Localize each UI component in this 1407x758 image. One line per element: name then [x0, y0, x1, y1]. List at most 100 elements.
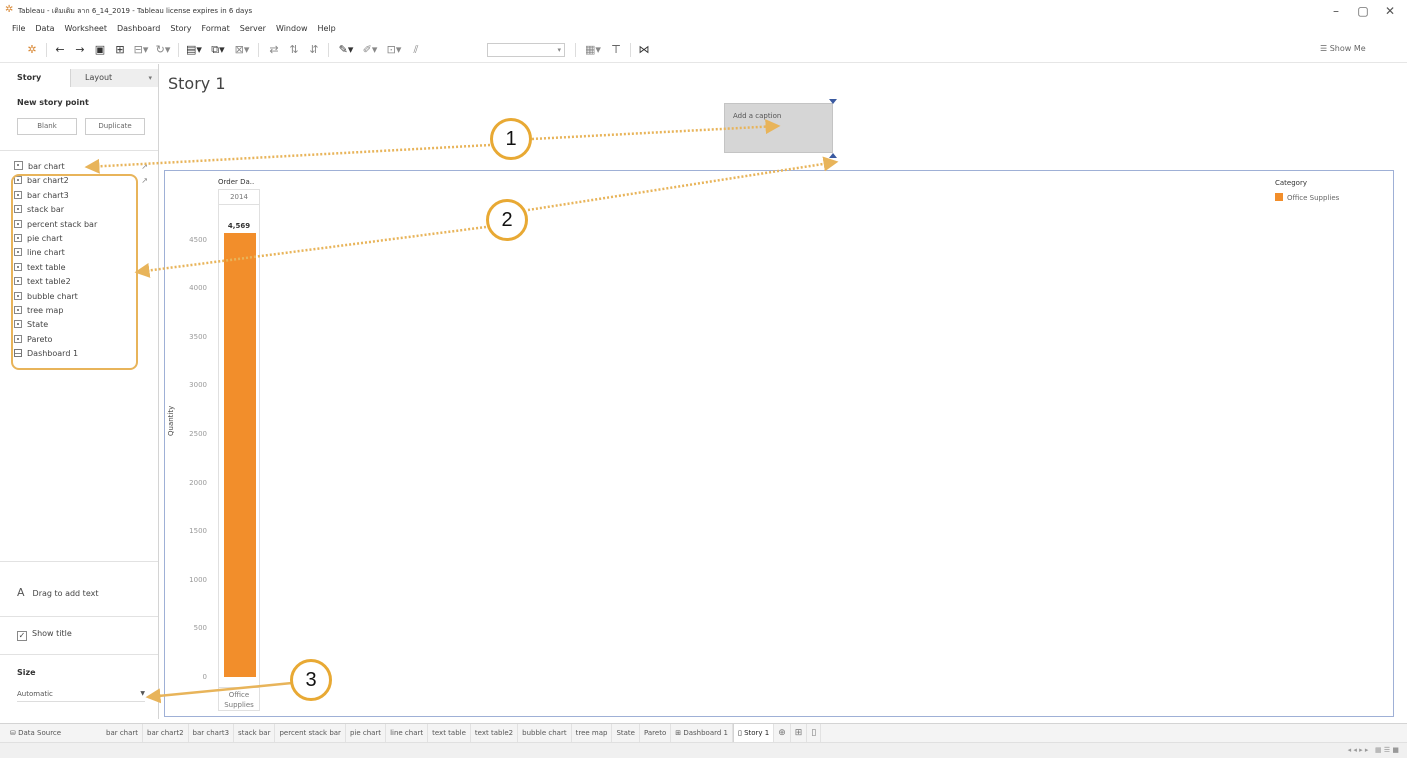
menu-data[interactable]: Data: [30, 22, 59, 36]
checkbox-checked-icon[interactable]: ✓: [17, 631, 27, 641]
sheet-tab[interactable]: percent stack bar: [275, 724, 346, 742]
sheet-item-pareto[interactable]: Pareto: [14, 333, 154, 347]
x-category-label[interactable]: Office Supplies: [218, 687, 260, 711]
size-dropdown[interactable]: Automatic ▼: [17, 690, 145, 702]
close-button[interactable]: ✕: [1379, 2, 1401, 20]
sheet-item-dashboard-1[interactable]: Dashboard 1: [14, 347, 154, 361]
drag-to-add-text[interactable]: A Drag to add text: [17, 586, 98, 599]
sheet-item-tree-map[interactable]: tree map: [14, 304, 154, 318]
story-point-caption[interactable]: Add a caption: [724, 103, 833, 153]
sheet-tab[interactable]: State: [612, 724, 640, 742]
duplicate-sheet-icon[interactable]: ⧉▾: [208, 42, 228, 58]
menu-help[interactable]: Help: [313, 22, 341, 36]
sheet-tab[interactable]: bar chart2: [143, 724, 189, 742]
sheet-tab[interactable]: bubble chart: [518, 724, 572, 742]
sheet-tab[interactable]: ▯ Story 1: [733, 724, 775, 742]
sheet-item-pie-chart[interactable]: pie chart: [14, 232, 154, 246]
menu-window[interactable]: Window: [271, 22, 313, 36]
highlight-icon[interactable]: ✎▾: [336, 42, 356, 58]
sheet-tab[interactable]: tree map: [572, 724, 613, 742]
worksheet-icon: [14, 248, 22, 257]
menu-worksheet[interactable]: Worksheet: [60, 22, 112, 36]
sheet-item-stack-bar[interactable]: stack bar: [14, 203, 154, 217]
swap-icon[interactable]: ⇄: [266, 42, 282, 58]
toolbar-separator: [46, 43, 47, 57]
new-worksheet-icon[interactable]: ▤▾: [184, 42, 204, 58]
y-tick-label: 2500: [189, 430, 207, 438]
worksheet-icon: [14, 305, 22, 314]
show-me-icon: ☰: [1320, 44, 1330, 53]
toolbar-separator: [328, 43, 329, 57]
bar-mark[interactable]: [224, 232, 256, 677]
menu-dashboard[interactable]: Dashboard: [112, 22, 165, 36]
sheet-item-bar-chart2[interactable]: bar chart2 ↗: [14, 174, 154, 188]
data-source-label: Data Source: [18, 729, 62, 737]
sheet-item-label: line chart: [27, 248, 65, 258]
sort-ascending-icon[interactable]: ⇅: [286, 42, 302, 58]
duplicate-button[interactable]: Duplicate: [85, 118, 145, 135]
sheet-item-state[interactable]: State: [14, 318, 154, 332]
divider: [0, 654, 158, 655]
y-tick-label: 3500: [189, 332, 207, 341]
sheet-navigation-icons[interactable]: ◂ ◂ ▸ ▸ ▦ ☰ ■: [1348, 746, 1399, 754]
sheet-item-bar-chart[interactable]: bar chart ↗: [14, 160, 154, 174]
sheet-tab[interactable]: stack bar: [234, 724, 276, 742]
bar-data-label: 4,569: [227, 221, 251, 230]
sheet-tab[interactable]: text table: [428, 724, 471, 742]
sheet-item-percent-stack-bar[interactable]: percent stack bar: [14, 218, 154, 232]
sheet-item-line-chart[interactable]: line chart: [14, 246, 154, 260]
menu-file[interactable]: File: [0, 22, 30, 36]
pause-updates-icon[interactable]: ⊟▾: [132, 42, 150, 58]
year-header[interactable]: 2014: [218, 189, 260, 205]
tableau-home-icon[interactable]: ✲: [24, 42, 40, 58]
new-story-tab-icon[interactable]: ▯: [807, 724, 822, 742]
show-labels-icon[interactable]: ⊡▾: [384, 42, 404, 58]
show-cards-icon[interactable]: ▦▾: [582, 42, 604, 58]
sheet-item-bubble-chart[interactable]: bubble chart: [14, 290, 154, 304]
sheet-item-text-table[interactable]: text table: [14, 261, 154, 275]
legend-item[interactable]: Office Supplies: [1275, 193, 1339, 202]
open-sheet-icon[interactable]: ↗: [141, 160, 148, 174]
minimize-button[interactable]: –: [1325, 2, 1347, 20]
fit-dropdown[interactable]: ▾: [487, 43, 565, 57]
menu-format[interactable]: Format: [197, 22, 235, 36]
data-source-tab[interactable]: ⛁ Data Source: [10, 724, 61, 742]
clear-sheet-icon[interactable]: ⊠▾: [232, 42, 252, 58]
show-title-toggle[interactable]: ✓ Show title: [17, 629, 72, 641]
sheet-item-bar-chart3[interactable]: bar chart3: [14, 189, 154, 203]
story-title[interactable]: Story 1: [168, 74, 226, 93]
run-update-icon[interactable]: ↻▾: [154, 42, 172, 58]
tab-layout[interactable]: Layout ▾: [70, 69, 158, 87]
open-sheet-icon[interactable]: ↗: [141, 174, 148, 188]
fix-axes-icon[interactable]: ⫽: [408, 42, 424, 58]
story-viz-area: Order Da.. 2014 4500 4000 3500 3000 2500 2000…: [164, 170, 1394, 717]
group-members-icon[interactable]: ✐▾: [360, 42, 380, 58]
back-icon[interactable]: ←: [52, 42, 68, 58]
save-icon[interactable]: ▣: [92, 42, 108, 58]
sheet-tab[interactable]: text table2: [471, 724, 519, 742]
menu-story[interactable]: Story: [165, 22, 196, 36]
sheet-tab[interactable]: ⊞ Dashboard 1: [671, 724, 733, 742]
sheet-tab[interactable]: bar chart: [102, 724, 144, 742]
new-worksheet-tab-icon[interactable]: ⊕: [774, 724, 791, 742]
sheet-tab[interactable]: Pareto: [640, 724, 672, 742]
maximize-button[interactable]: ▢: [1352, 2, 1374, 20]
sort-descending-icon[interactable]: ⇵: [306, 42, 322, 58]
new-dashboard-tab-icon[interactable]: ⊞: [791, 724, 808, 742]
share-icon[interactable]: ⋈: [636, 42, 652, 58]
worksheet-icon: [14, 219, 22, 228]
sheet-item-text-table2[interactable]: text table2: [14, 275, 154, 289]
sheet-tab[interactable]: line chart: [386, 724, 429, 742]
show-me-button[interactable]: ☰ Show Me: [1320, 44, 1366, 53]
sheet-tab[interactable]: bar chart3: [189, 724, 235, 742]
caption-top-marker-icon: [829, 99, 837, 104]
sheet-tab[interactable]: pie chart: [346, 724, 387, 742]
menu-server[interactable]: Server: [235, 22, 271, 36]
forward-icon[interactable]: →: [72, 42, 88, 58]
presentation-mode-icon[interactable]: ⊤: [608, 42, 624, 58]
new-data-source-icon[interactable]: ⊞: [112, 42, 128, 58]
tab-story[interactable]: Story: [0, 69, 70, 87]
order-date-header[interactable]: Order Da..: [218, 178, 260, 186]
sheet-item-label: stack bar: [27, 205, 65, 215]
blank-button[interactable]: Blank: [17, 118, 77, 135]
